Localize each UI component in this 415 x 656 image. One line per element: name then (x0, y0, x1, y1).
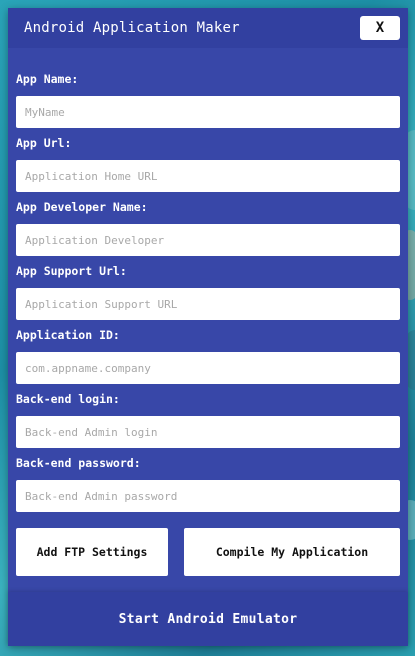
app-name-label: App Name: (16, 72, 79, 86)
app-url-label: App Url: (16, 136, 72, 150)
app-settings-form: App Name: App Url: App Developer Name: A… (16, 70, 400, 518)
app-support-url-label: App Support Url: (16, 264, 127, 278)
backend-password-input[interactable] (16, 480, 400, 512)
backend-login-label: Back-end login: (16, 392, 120, 406)
backend-login-input[interactable] (16, 416, 400, 448)
backend-password-label: Back-end password: (16, 456, 141, 470)
app-support-url-input[interactable] (16, 288, 400, 320)
app-developer-name-input[interactable] (16, 224, 400, 256)
app-maker-dialog: Android Application Maker X App Name: Ap… (8, 8, 408, 646)
compile-application-button[interactable]: Compile My Application (184, 528, 400, 576)
action-button-row: Add FTP Settings Compile My Application (16, 528, 400, 576)
dialog-title: Android Application Maker (24, 20, 240, 36)
app-developer-name-label: App Developer Name: (16, 200, 148, 214)
application-id-label: Application ID: (16, 328, 120, 342)
application-id-input[interactable] (16, 352, 400, 384)
dialog-titlebar: Android Application Maker X (8, 8, 408, 48)
start-emulator-button[interactable]: Start Android Emulator (8, 592, 408, 646)
close-button[interactable]: X (360, 16, 400, 40)
app-url-input[interactable] (16, 160, 400, 192)
app-name-input[interactable] (16, 96, 400, 128)
add-ftp-settings-button[interactable]: Add FTP Settings (16, 528, 168, 576)
